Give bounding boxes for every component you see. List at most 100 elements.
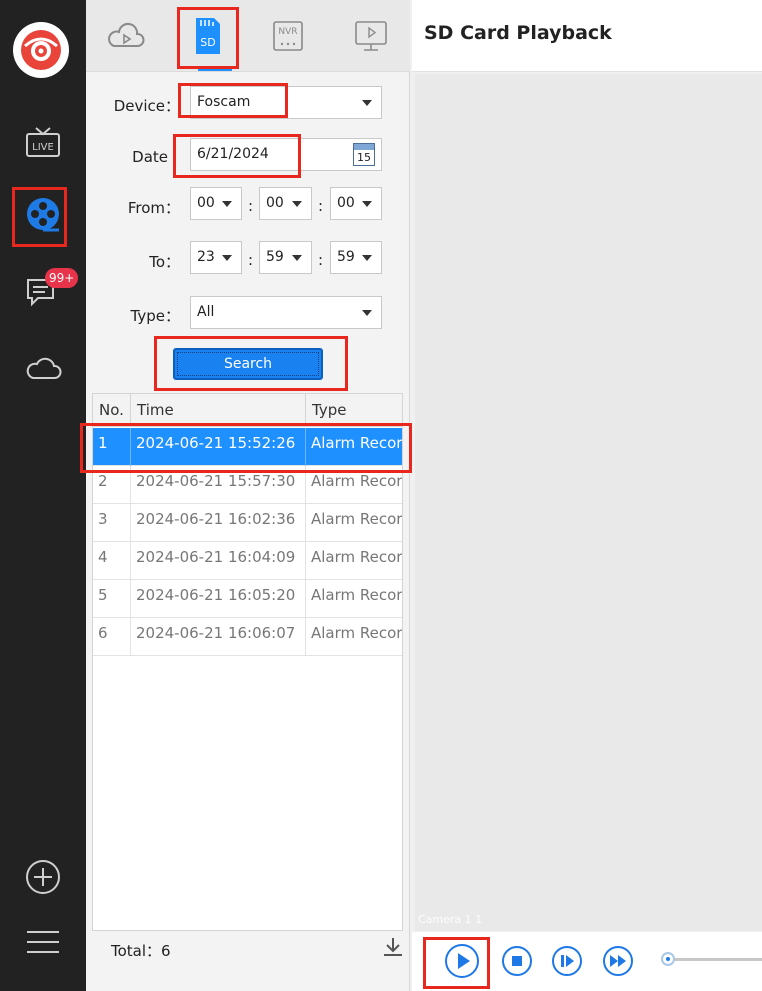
to-hour-select[interactable]: 23 — [190, 241, 242, 274]
cell-type: Alarm Recor — [311, 472, 402, 490]
from-minute-value: 00 — [266, 195, 284, 211]
play-button[interactable] — [444, 943, 480, 979]
table-row[interactable]: 2 2024-06-21 15:57:30 Alarm Recor — [93, 466, 402, 504]
cell-time: 2024-06-21 16:04:09 — [131, 542, 306, 580]
chevron-down-icon — [292, 255, 302, 261]
nav-cloud[interactable] — [0, 338, 86, 398]
device-label: Device： — [113, 97, 180, 115]
to-second-select[interactable]: 59 — [330, 241, 382, 274]
date-label: Date — [132, 148, 168, 166]
time-separator: : — [318, 197, 324, 215]
nav-playback[interactable] — [0, 184, 86, 244]
to-minute-value: 59 — [266, 249, 284, 265]
tab-sd-card[interactable]: SD — [177, 8, 237, 64]
to-minute-select[interactable]: 59 — [259, 241, 312, 274]
calendar-day: 15 — [357, 151, 371, 164]
type-value: All — [197, 304, 215, 320]
table-row[interactable]: 5 2024-06-21 16:05:20 Alarm Recor — [93, 580, 402, 618]
cell-no: 2 — [93, 466, 131, 504]
cell-type: Alarm Recor — [311, 586, 402, 604]
nvr-icon: NVR — [273, 21, 303, 51]
cloud-icon — [26, 357, 62, 379]
film-reel-icon — [27, 198, 59, 232]
page-title: SD Card Playback — [424, 22, 612, 44]
tab-local-playback[interactable] — [341, 8, 401, 64]
hamburger-menu-icon — [27, 931, 59, 953]
column-header-type[interactable]: Type — [306, 394, 402, 427]
cell-time: 2024-06-21 15:57:30 — [131, 466, 306, 504]
from-second-value: 00 — [337, 195, 355, 211]
cell-no: 1 — [93, 428, 131, 466]
from-minute-select[interactable]: 00 — [259, 187, 312, 220]
column-header-no[interactable]: No. — [93, 394, 131, 427]
live-tv-icon: LIVE — [26, 127, 60, 157]
type-label: Type： — [130, 307, 180, 325]
date-field[interactable]: 6/21/2024 15 — [190, 138, 382, 171]
left-nav: LIVE 99+ — [0, 0, 86, 991]
search-button[interactable]: Search — [173, 348, 323, 380]
fast-forward-button[interactable] — [602, 945, 634, 977]
speed-slider-track[interactable] — [668, 958, 762, 961]
pane-header: SD Card Playback — [412, 0, 762, 72]
stop-button[interactable] — [501, 945, 533, 977]
date-value: 6/21/2024 — [197, 146, 269, 162]
play-icon — [445, 944, 479, 978]
chevron-down-icon — [362, 100, 372, 106]
add-device-button[interactable] — [0, 847, 86, 907]
chevron-down-icon — [362, 310, 372, 316]
cell-no: 5 — [93, 580, 131, 618]
cell-type: Alarm Recor — [311, 434, 402, 452]
cell-type: Alarm Recor — [311, 624, 402, 642]
app-logo — [13, 22, 69, 78]
table-row[interactable]: 1 2024-06-21 15:52:26 Alarm Recor — [93, 428, 402, 466]
to-hour-value: 23 — [197, 249, 215, 265]
camera-label: Camera 1 1 — [418, 913, 483, 926]
chevron-down-icon — [292, 201, 302, 207]
to-label: To： — [149, 253, 180, 271]
chevron-down-icon — [222, 201, 232, 207]
tab-cloud-playback[interactable] — [96, 8, 156, 64]
from-hour-value: 00 — [197, 195, 215, 211]
type-select[interactable]: All — [190, 296, 382, 329]
to-second-value: 59 — [337, 249, 355, 265]
from-hour-select[interactable]: 00 — [190, 187, 242, 220]
table-row[interactable]: 4 2024-06-21 16:04:09 Alarm Recor — [93, 542, 402, 580]
cell-no: 6 — [93, 618, 131, 656]
column-header-time[interactable]: Time — [131, 394, 306, 427]
from-second-select[interactable]: 00 — [330, 187, 382, 220]
nav-live[interactable]: LIVE — [0, 112, 86, 172]
speed-slider-handle[interactable] — [661, 952, 675, 966]
download-icon — [384, 938, 402, 956]
cell-time: 2024-06-21 16:06:07 — [131, 618, 306, 656]
sd-card-icon: SD — [196, 18, 220, 54]
total-count: Total：6 — [111, 942, 171, 960]
table-row[interactable]: 3 2024-06-21 16:02:36 Alarm Recor — [93, 504, 402, 542]
time-separator: : — [248, 251, 254, 269]
playback-source-tabs: SD NVR — [86, 0, 410, 72]
table-header: No. Time Type — [93, 394, 402, 427]
time-separator: : — [248, 197, 254, 215]
monitor-playback-icon — [355, 21, 387, 51]
chevron-down-icon — [222, 255, 232, 261]
cloud-playback-icon — [108, 23, 145, 47]
step-forward-button[interactable] — [551, 945, 583, 977]
nvr-tab-label: NVR — [278, 27, 297, 37]
stop-icon — [502, 946, 532, 976]
table-row[interactable]: 6 2024-06-21 16:06:07 Alarm Recor — [93, 618, 402, 656]
recordings-table: No. Time Type 1 2024-06-21 15:52:26 Alarm … — [92, 393, 403, 931]
device-select[interactable]: Foscam — [190, 86, 382, 119]
device-value: Foscam — [197, 94, 251, 110]
video-viewport[interactable] — [415, 74, 762, 931]
time-separator: : — [318, 251, 324, 269]
menu-button[interactable] — [0, 912, 86, 972]
chevron-down-icon — [362, 201, 372, 207]
download-button[interactable] — [382, 935, 404, 963]
cell-type: Alarm Recor — [311, 510, 402, 528]
cell-time: 2024-06-21 16:05:20 — [131, 580, 306, 618]
cell-time: 2024-06-21 15:52:26 — [131, 428, 306, 466]
tab-nvr[interactable]: NVR — [258, 8, 318, 64]
calendar-icon[interactable]: 15 — [353, 143, 375, 166]
cell-no: 3 — [93, 504, 131, 542]
plus-circle-icon — [26, 860, 60, 894]
step-forward-icon — [552, 946, 582, 976]
